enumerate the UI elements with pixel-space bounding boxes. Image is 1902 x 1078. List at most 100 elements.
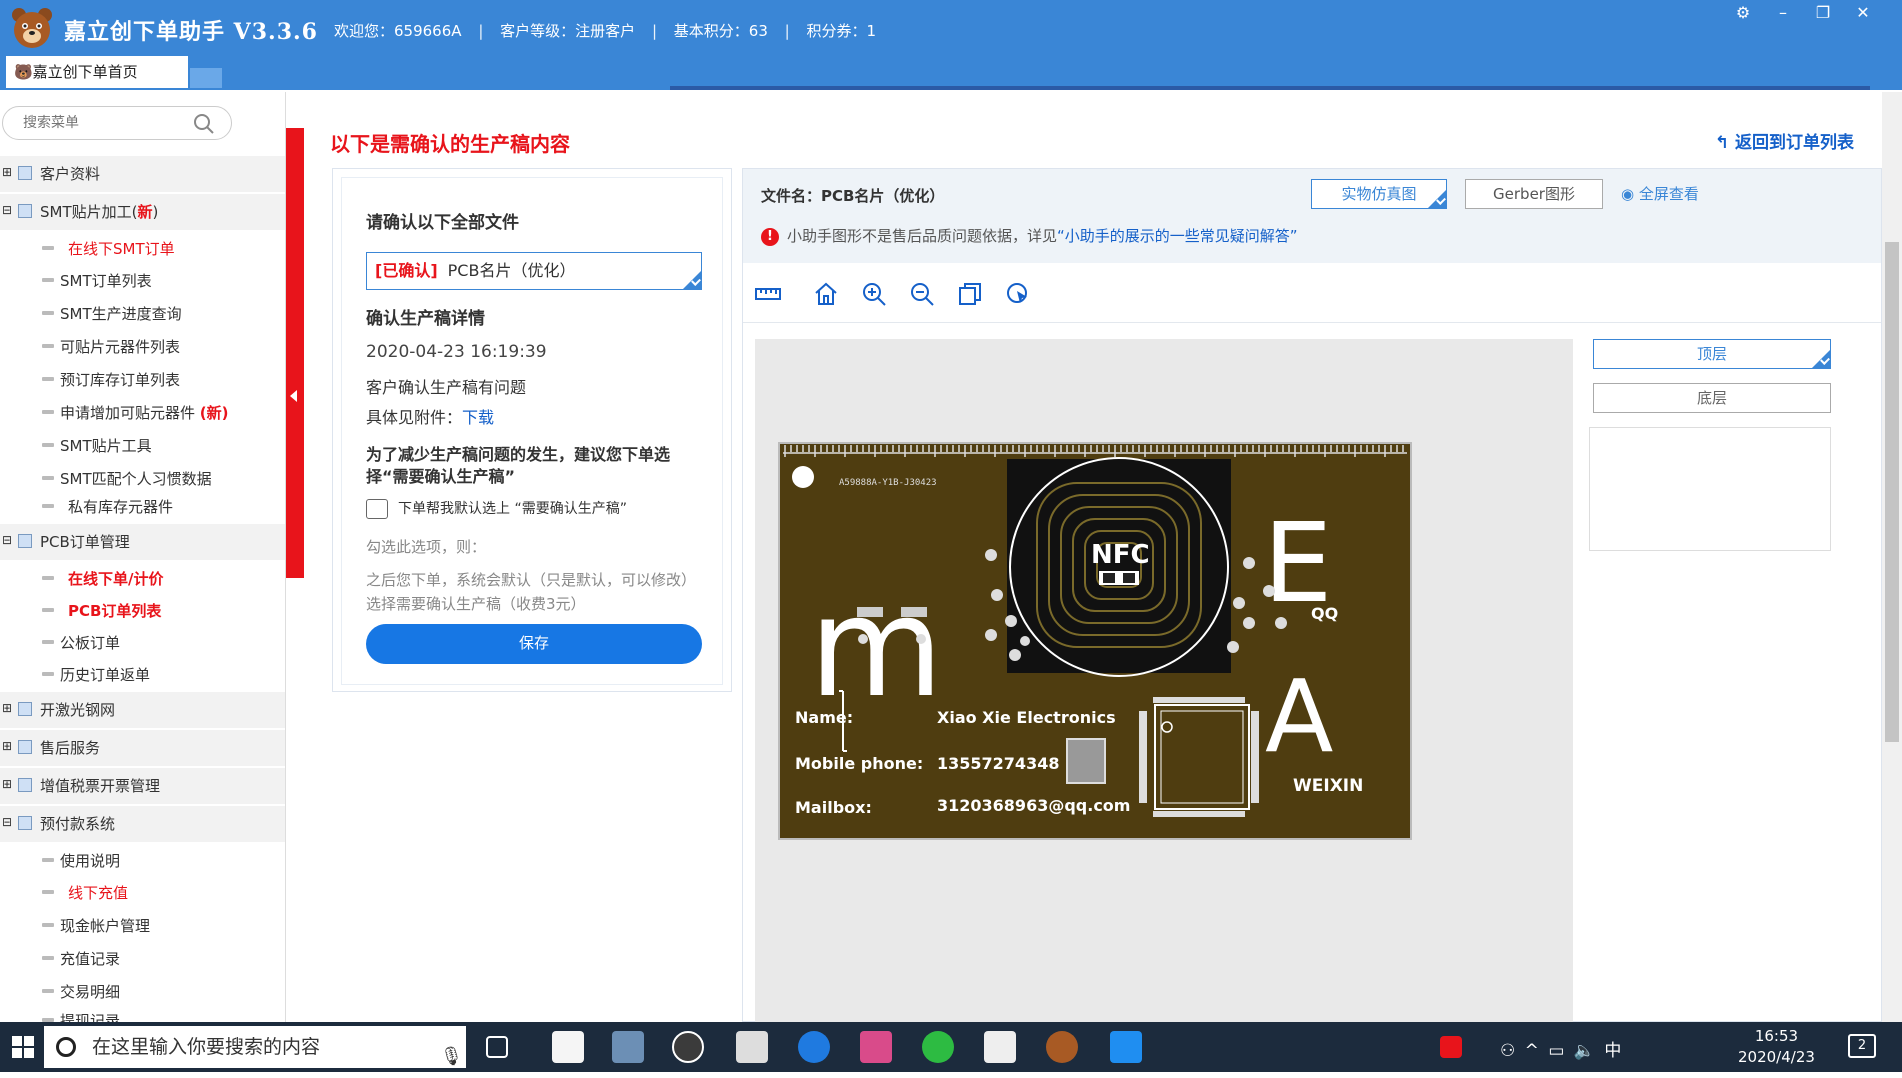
- file-app-icon[interactable]: [552, 1031, 584, 1063]
- sidebar-item-withdraw-records[interactable]: 提现记录: [42, 1010, 120, 1022]
- expand-icon[interactable]: ⊞: [2, 702, 12, 714]
- task-view-icon[interactable]: [486, 1036, 508, 1058]
- sidebar-group-pcb[interactable]: ⊟ PCB订单管理: [0, 524, 285, 560]
- sidebar-item-smt-progress[interactable]: SMT生产进度查询: [42, 303, 182, 324]
- expand-icon[interactable]: ⊞: [2, 778, 12, 790]
- window-controls: ⚙ – ❐ ✕: [1734, 4, 1872, 22]
- search-box: [2, 106, 232, 140]
- photos-app-icon[interactable]: [672, 1031, 704, 1063]
- folder-icon: [18, 166, 32, 180]
- sidebar-item-reserved-stock[interactable]: 预订库存订单列表: [42, 369, 180, 390]
- sogou-icon[interactable]: [1440, 1036, 1462, 1058]
- notification-center-icon[interactable]: 2: [1848, 1034, 1876, 1058]
- welcome-text: 欢迎您：659666A: [334, 22, 462, 40]
- sidebar-item-instructions[interactable]: 使用说明: [42, 850, 120, 871]
- save-button[interactable]: 保存: [366, 624, 702, 664]
- sidebar-collapse-handle[interactable]: [286, 128, 304, 578]
- pcb-name-label: Name:: [795, 708, 853, 727]
- default-confirm-checkbox[interactable]: [366, 499, 388, 519]
- image-viewer-icon[interactable]: [984, 1031, 1016, 1063]
- scrollbar-thumb[interactable]: [1885, 242, 1899, 742]
- show-hidden-icon[interactable]: ^: [1525, 1041, 1549, 1061]
- ime-indicator[interactable]: 中: [1604, 1041, 1623, 1061]
- sidebar-group-after-sales[interactable]: ⊞ 售后服务: [0, 730, 285, 766]
- expand-icon[interactable]: ⊞: [2, 166, 12, 178]
- sidebar-item-topup-records[interactable]: 充值记录: [42, 948, 120, 969]
- copy-icon[interactable]: [957, 281, 983, 307]
- tab-new[interactable]: [190, 68, 222, 88]
- select-icon[interactable]: [1005, 281, 1031, 307]
- bilibili-icon[interactable]: [860, 1031, 892, 1063]
- sidebar-item-components[interactable]: 可贴片元器件列表: [42, 336, 180, 357]
- confirm-panel: 请确认以下全部文件 [已确认] PCB名片（优化） 确认生产稿详情 2020-04…: [332, 168, 732, 692]
- download-link[interactable]: 下载: [462, 408, 494, 427]
- file-select[interactable]: [已确认] PCB名片（优化）: [366, 252, 702, 290]
- sidebar-item-offline-topup[interactable]: 线下充值: [42, 882, 128, 903]
- search-icon[interactable]: [193, 113, 215, 135]
- sidebar-item-online-smt[interactable]: 在线下SMT订单: [42, 238, 175, 259]
- network-icon[interactable]: ▭: [1548, 1041, 1573, 1061]
- calculator-icon[interactable]: [736, 1031, 768, 1063]
- sidebar-group-prepay[interactable]: ⊟ 预付款系统: [0, 806, 285, 842]
- taskbar-search[interactable]: 在这里输入你要搜索的内容 🎙: [44, 1026, 466, 1068]
- faq-link[interactable]: “小助手的展示的一些常见疑问解答”: [1057, 227, 1298, 245]
- sidebar-item-request-components[interactable]: 申请增加可贴元器件 (新): [42, 402, 229, 423]
- selected-check-icon: [1428, 190, 1446, 208]
- invoice-icon: [18, 778, 32, 792]
- sidebar-item-cash-account[interactable]: 现金帐户管理: [42, 915, 150, 936]
- sidebar-group-customer[interactable]: ⊞ 客户资料: [0, 156, 285, 192]
- home-icon[interactable]: [813, 281, 839, 307]
- confirmed-tag: [已确认]: [375, 261, 438, 280]
- ruler-icon[interactable]: [755, 281, 781, 307]
- sidebar-item-smt-habits[interactable]: SMT匹配个人习惯数据: [42, 468, 212, 489]
- attachment-row: 具体见附件：下载: [366, 408, 495, 427]
- sidebar-group-stencil[interactable]: ⊞ 开激光钢网: [0, 692, 285, 728]
- edge-browser-icon[interactable]: [798, 1031, 830, 1063]
- sidebar-item-private-stock[interactable]: 私有库存元器件: [42, 496, 173, 517]
- sidebar-group-invoice[interactable]: ⊞ 增值税票开票管理: [0, 768, 285, 804]
- sidebar-item-public-board[interactable]: 公板订单: [42, 632, 120, 653]
- point-coupons: 积分券：1: [806, 22, 877, 40]
- screen-app-icon[interactable]: [612, 1031, 644, 1063]
- zoom-in-icon[interactable]: [861, 281, 887, 307]
- sidebar-item-history-reorder[interactable]: 历史订单返单: [42, 664, 150, 685]
- collapse-icon[interactable]: ⊟: [2, 204, 12, 216]
- main-scrollbar[interactable]: [1882, 92, 1902, 1022]
- sidebar-item-transactions[interactable]: 交易明细: [42, 981, 120, 1002]
- layer-bottom-button[interactable]: 底层: [1593, 383, 1831, 413]
- pcb-mail-label: Mailbox:: [795, 798, 872, 817]
- tab-home[interactable]: 🐻嘉立创下单首页: [6, 56, 188, 88]
- default-confirm-option[interactable]: 下单帮我默认选上 “需要确认生产稿”: [366, 498, 627, 519]
- bear-logo-icon: [12, 8, 52, 48]
- fullscreen-button[interactable]: ◉ 全屏查看: [1621, 183, 1699, 204]
- app-icon[interactable]: [1110, 1031, 1142, 1063]
- close-icon[interactable]: ✕: [1854, 4, 1872, 22]
- sidebar-group-smt[interactable]: ⊟ SMT贴片加工(新): [0, 194, 285, 230]
- sidebar-item-pcb-online[interactable]: 在线下单/计价: [42, 568, 163, 589]
- jlc-assistant-icon[interactable]: [1046, 1031, 1078, 1063]
- windows-start-icon[interactable]: [12, 1036, 34, 1058]
- expand-icon[interactable]: ⊞: [2, 740, 12, 752]
- restore-icon[interactable]: ❐: [1814, 4, 1832, 22]
- title-bar: 嘉立创下单助手 V3.3.6 欢迎您：659666A | 客户等级：注册客户 |…: [0, 0, 1902, 56]
- sidebar-item-pcb-orders[interactable]: PCB订单列表: [42, 600, 161, 621]
- search-input[interactable]: [23, 113, 183, 133]
- zoom-out-icon[interactable]: [909, 281, 935, 307]
- sidebar-item-smt-orders[interactable]: SMT订单列表: [42, 270, 152, 291]
- minimize-icon[interactable]: –: [1774, 4, 1792, 22]
- simulation-view-button[interactable]: 实物仿真图: [1311, 179, 1447, 209]
- sidebar-item-smt-tools[interactable]: SMT贴片工具: [42, 435, 152, 456]
- gerber-view-button[interactable]: Gerber图形: [1465, 179, 1603, 209]
- settings-gear-icon[interactable]: ⚙: [1734, 4, 1752, 22]
- people-icon[interactable]: ⚇: [1500, 1041, 1525, 1061]
- pcb-canvas[interactable]: A59888A-Y1B-J30423 NFC m E QQ A WEIXIN N…: [755, 339, 1573, 1023]
- header-divider: [670, 86, 1870, 90]
- viewer-header: 文件名：PCB名片（优化） 实物仿真图 Gerber图形 ◉ 全屏查看 ! 小助手…: [743, 169, 1881, 263]
- back-to-orders-link[interactable]: ↰ 返回到订单列表: [1715, 128, 1854, 153]
- collapse-icon[interactable]: ⊟: [2, 816, 12, 828]
- volume-icon[interactable]: 🔈: [1574, 1041, 1605, 1061]
- taskbar-clock[interactable]: 16:53 2020/4/23: [1738, 1026, 1815, 1068]
- wechat-icon[interactable]: [922, 1031, 954, 1063]
- collapse-icon[interactable]: ⊟: [2, 534, 12, 546]
- layer-top-button[interactable]: 顶层: [1593, 339, 1831, 369]
